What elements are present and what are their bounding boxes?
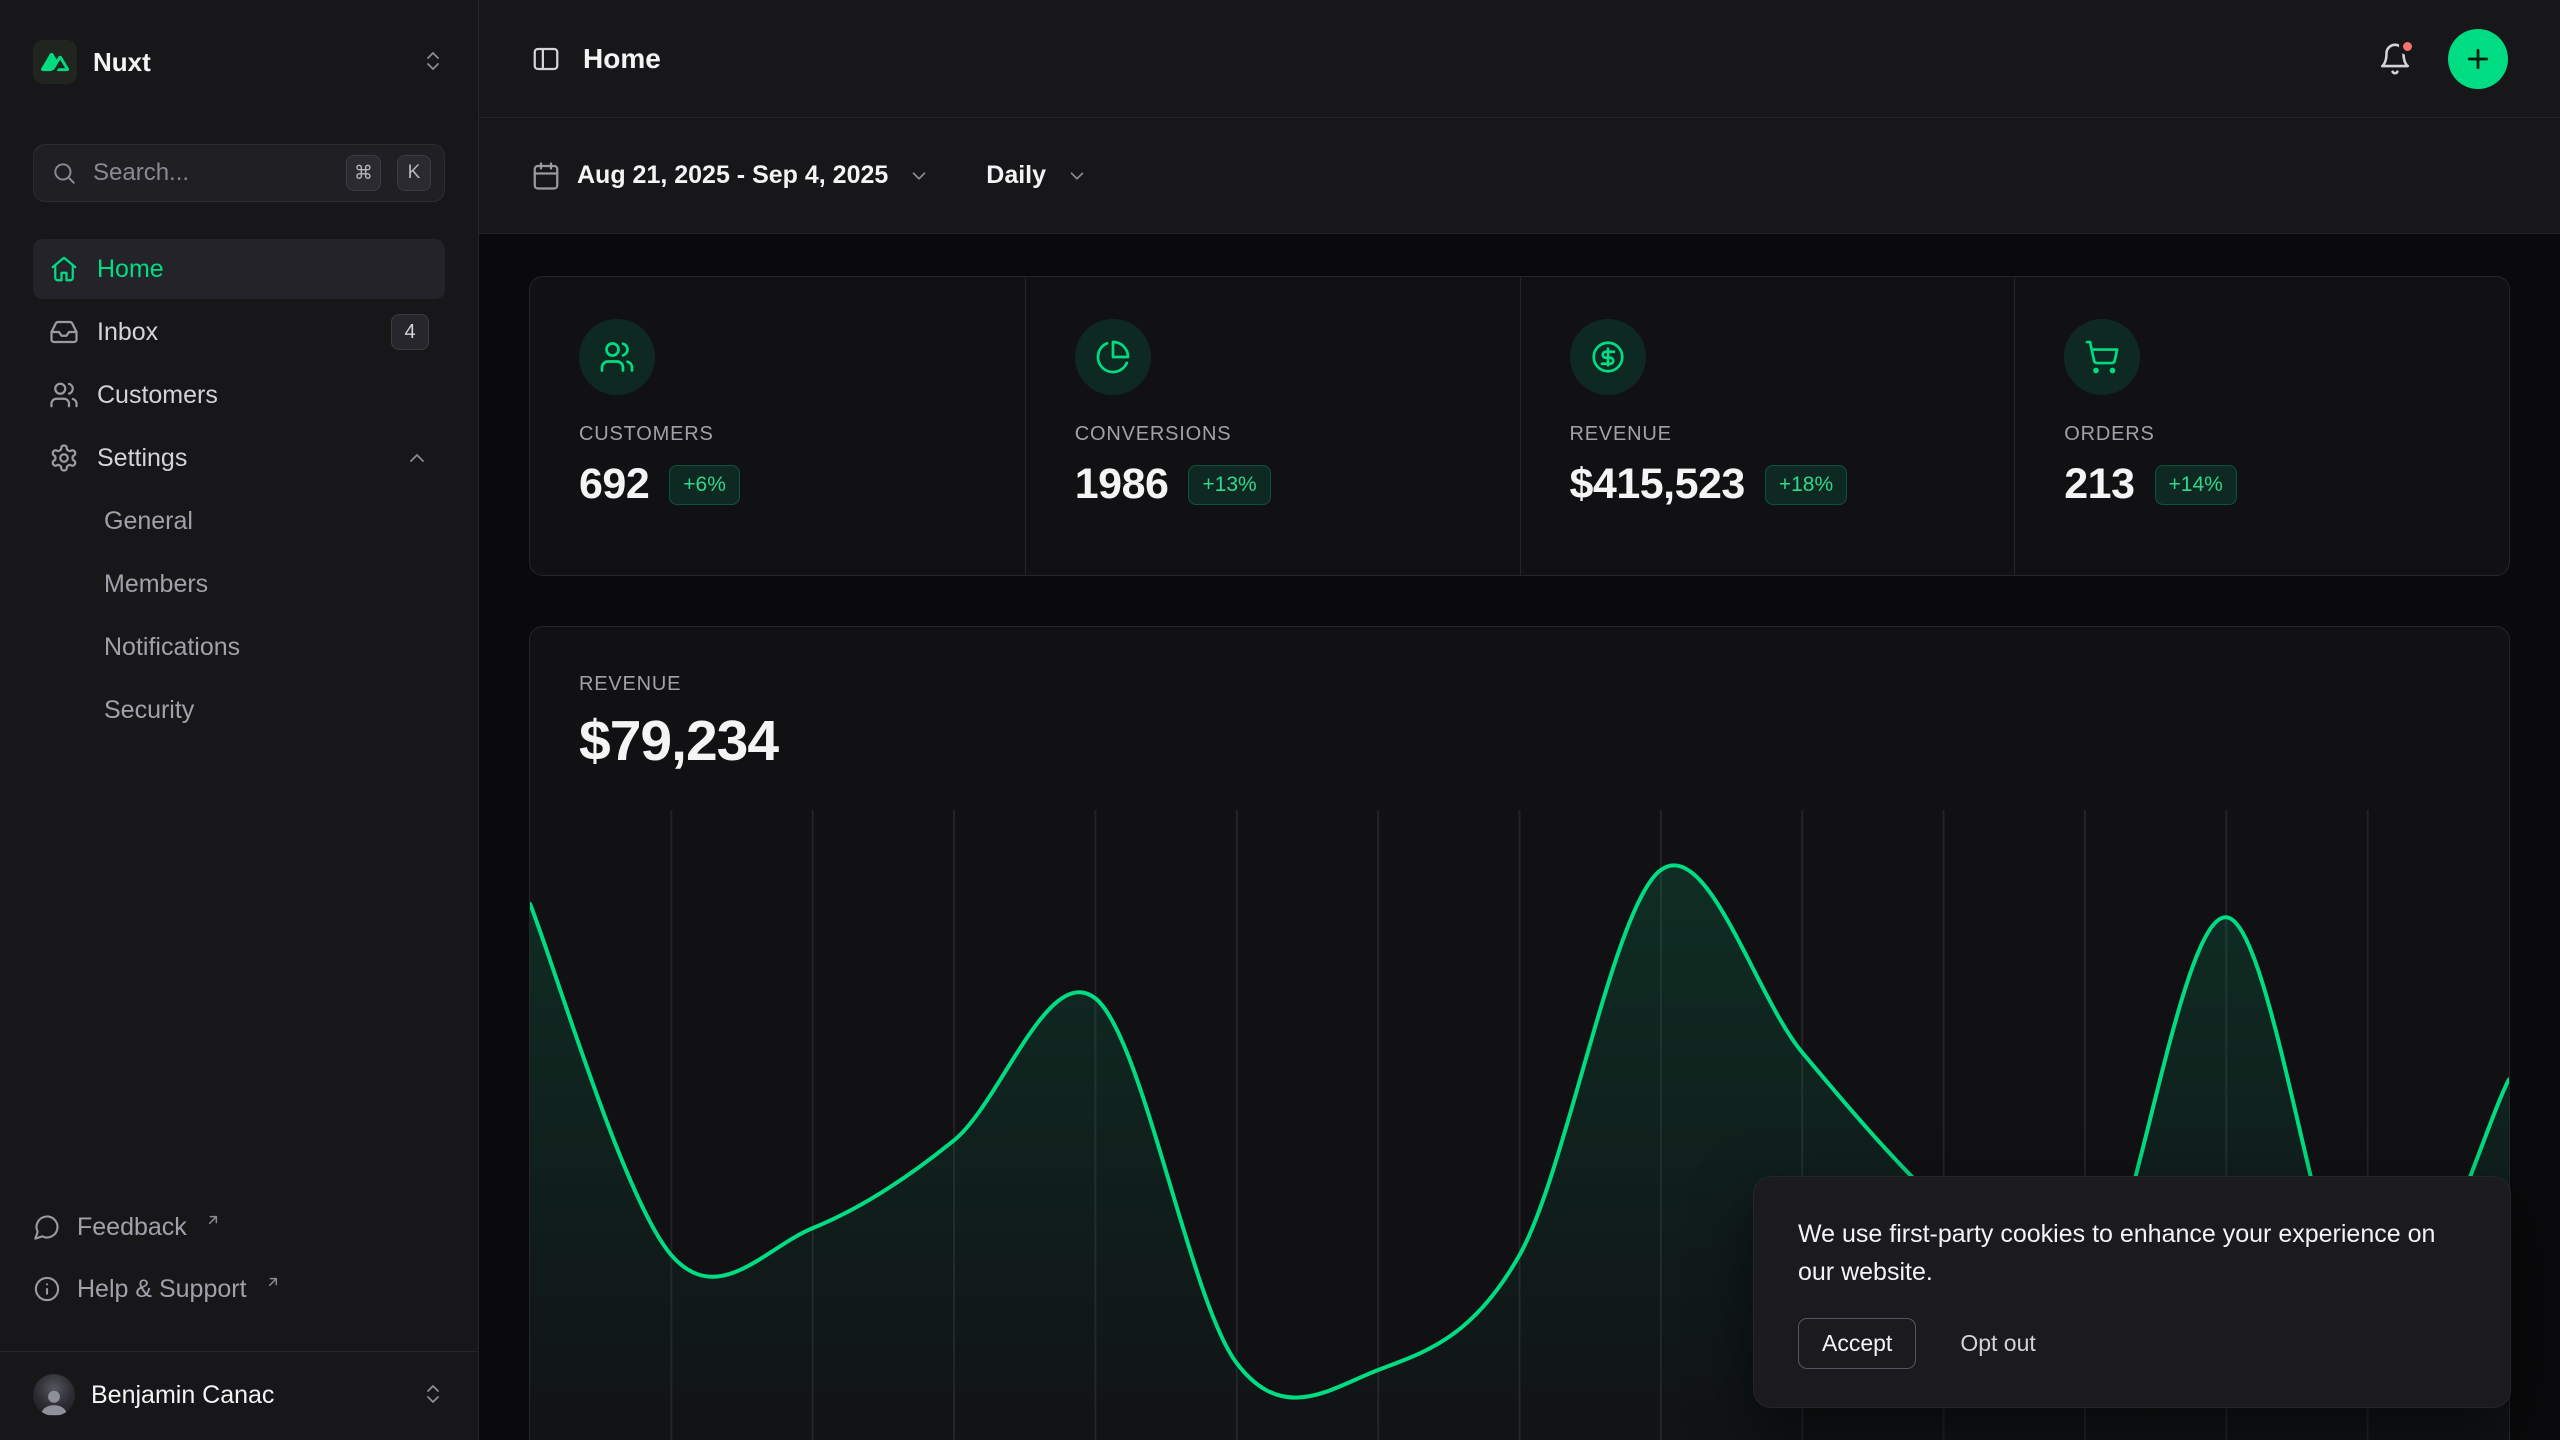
cart-icon [2064, 319, 2140, 395]
chat-bubble-icon [33, 1213, 61, 1241]
nav-label: Settings [97, 444, 187, 473]
chevron-down-icon [1066, 165, 1088, 187]
sidebar: Nuxt ⌘ K Home Inbox 4 [0, 0, 479, 1440]
stat-change-badge: +13% [1188, 465, 1270, 505]
chevrons-up-down-icon [421, 49, 445, 73]
nav-label: Customers [97, 381, 218, 410]
stat-card-conversions[interactable]: CONVERSIONS 1986 +13% [1025, 277, 1520, 575]
help-support-link[interactable]: Help & Support [33, 1265, 445, 1313]
sidebar-nav: Home Inbox 4 Customers Settings Ge [0, 239, 478, 743]
link-label: Help & Support [77, 1275, 247, 1304]
notifications-button[interactable] [2378, 42, 2412, 76]
stat-label: CONVERSIONS [1075, 423, 1471, 446]
user-name: Benjamin Canac [91, 1381, 274, 1410]
revenue-label: REVENUE [579, 673, 2460, 696]
page-title: Home [583, 43, 661, 75]
stat-card-customers[interactable]: CUSTOMERS 692 +6% [530, 277, 1025, 575]
nuxt-logo [33, 40, 77, 84]
sidebar-subitem-security[interactable]: Security [33, 680, 445, 741]
cookie-banner: We use first-party cookies to enhance yo… [1753, 1176, 2511, 1409]
sidebar-footer-links: Feedback Help & Support [0, 1203, 478, 1313]
feedback-link[interactable]: Feedback [33, 1203, 445, 1251]
stat-card-orders[interactable]: ORDERS 213 +14% [2014, 277, 2509, 575]
dollar-circle-icon [1570, 319, 1646, 395]
sidebar-item-settings[interactable]: Settings [33, 428, 445, 488]
user-menu[interactable]: Benjamin Canac [0, 1351, 478, 1440]
home-icon [49, 254, 79, 284]
nav-label: Inbox [97, 318, 158, 347]
stat-change-badge: +18% [1765, 465, 1847, 505]
date-range-value: Aug 21, 2025 - Sep 4, 2025 [577, 161, 888, 190]
info-icon [33, 1275, 61, 1303]
shortcut-key-cmd: ⌘ [346, 155, 381, 191]
chevron-up-icon [405, 446, 429, 470]
nav-label: Home [97, 255, 164, 284]
nav-label: Notifications [104, 633, 240, 662]
workspace-name: Nuxt [93, 47, 151, 78]
stat-value: 213 [2064, 460, 2134, 509]
notification-dot [2399, 38, 2416, 55]
user-select-chevrons[interactable] [421, 1382, 445, 1409]
cookie-accept-button[interactable]: Accept [1798, 1318, 1916, 1369]
stat-change-badge: +14% [2155, 465, 2237, 505]
cookie-actions: Accept Opt out [1798, 1318, 2466, 1369]
stat-card-revenue[interactable]: REVENUE $415,523 +18% [1520, 277, 2015, 575]
stat-change-badge: +6% [669, 465, 740, 505]
date-range-picker[interactable]: Aug 21, 2025 - Sep 4, 2025 [531, 161, 930, 191]
filters-toolbar: Aug 21, 2025 - Sep 4, 2025 Daily [479, 118, 2560, 234]
header-actions [2378, 29, 2508, 89]
period-select[interactable]: Daily [986, 161, 1088, 190]
inbox-count-badge: 4 [391, 314, 429, 350]
revenue-chart-header: REVENUE $79,234 [530, 627, 2509, 774]
cookie-message: We use first-party cookies to enhance yo… [1798, 1215, 2466, 1293]
search-icon [51, 160, 77, 186]
users-icon [579, 319, 655, 395]
page-header: Home [479, 0, 2560, 118]
sidebar-toggle-button[interactable] [531, 44, 561, 74]
users-icon [49, 380, 79, 410]
workspace-select-chevrons[interactable] [421, 49, 445, 76]
add-button[interactable] [2448, 29, 2508, 89]
stats-panel: CUSTOMERS 692 +6% CONVERSIONS 1986 +13% [529, 276, 2510, 576]
external-link-icon [205, 1212, 221, 1228]
avatar [33, 1374, 75, 1416]
nav-label: Security [104, 696, 194, 725]
external-link-icon [265, 1274, 281, 1290]
pie-chart-icon [1075, 319, 1151, 395]
workspace-switcher[interactable]: Nuxt [0, 34, 478, 90]
period-value: Daily [986, 161, 1046, 190]
stat-label: REVENUE [1570, 423, 1966, 446]
sidebar-item-inbox[interactable]: Inbox 4 [33, 302, 445, 362]
sidebar-item-home[interactable]: Home [33, 239, 445, 299]
stat-value: 1986 [1075, 460, 1169, 509]
inbox-icon [49, 317, 79, 347]
stat-value: 692 [579, 460, 649, 509]
nav-label: General [104, 507, 193, 536]
gear-icon [49, 443, 79, 473]
shortcut-key-k: K [397, 155, 431, 191]
sidebar-item-customers[interactable]: Customers [33, 365, 445, 425]
chevron-down-icon [908, 165, 930, 187]
stat-label: ORDERS [2064, 423, 2460, 446]
sidebar-spacer [0, 743, 478, 1203]
nav-label: Members [104, 570, 208, 599]
stat-label: CUSTOMERS [579, 423, 976, 446]
search-input[interactable] [93, 159, 330, 187]
calendar-icon [531, 161, 561, 191]
sidebar-subitem-general[interactable]: General [33, 491, 445, 552]
link-label: Feedback [77, 1213, 187, 1242]
revenue-value: $79,234 [579, 708, 2460, 774]
sidebar-subitem-notifications[interactable]: Notifications [33, 617, 445, 678]
search-bar[interactable]: ⌘ K [33, 144, 445, 202]
sidebar-subitem-members[interactable]: Members [33, 554, 445, 615]
cookie-optout-button[interactable]: Opt out [1960, 1330, 2035, 1357]
stat-value: $415,523 [1570, 460, 1745, 509]
plus-icon [2463, 44, 2493, 74]
panel-left-icon [531, 44, 561, 74]
chevrons-up-down-icon [421, 1382, 445, 1406]
